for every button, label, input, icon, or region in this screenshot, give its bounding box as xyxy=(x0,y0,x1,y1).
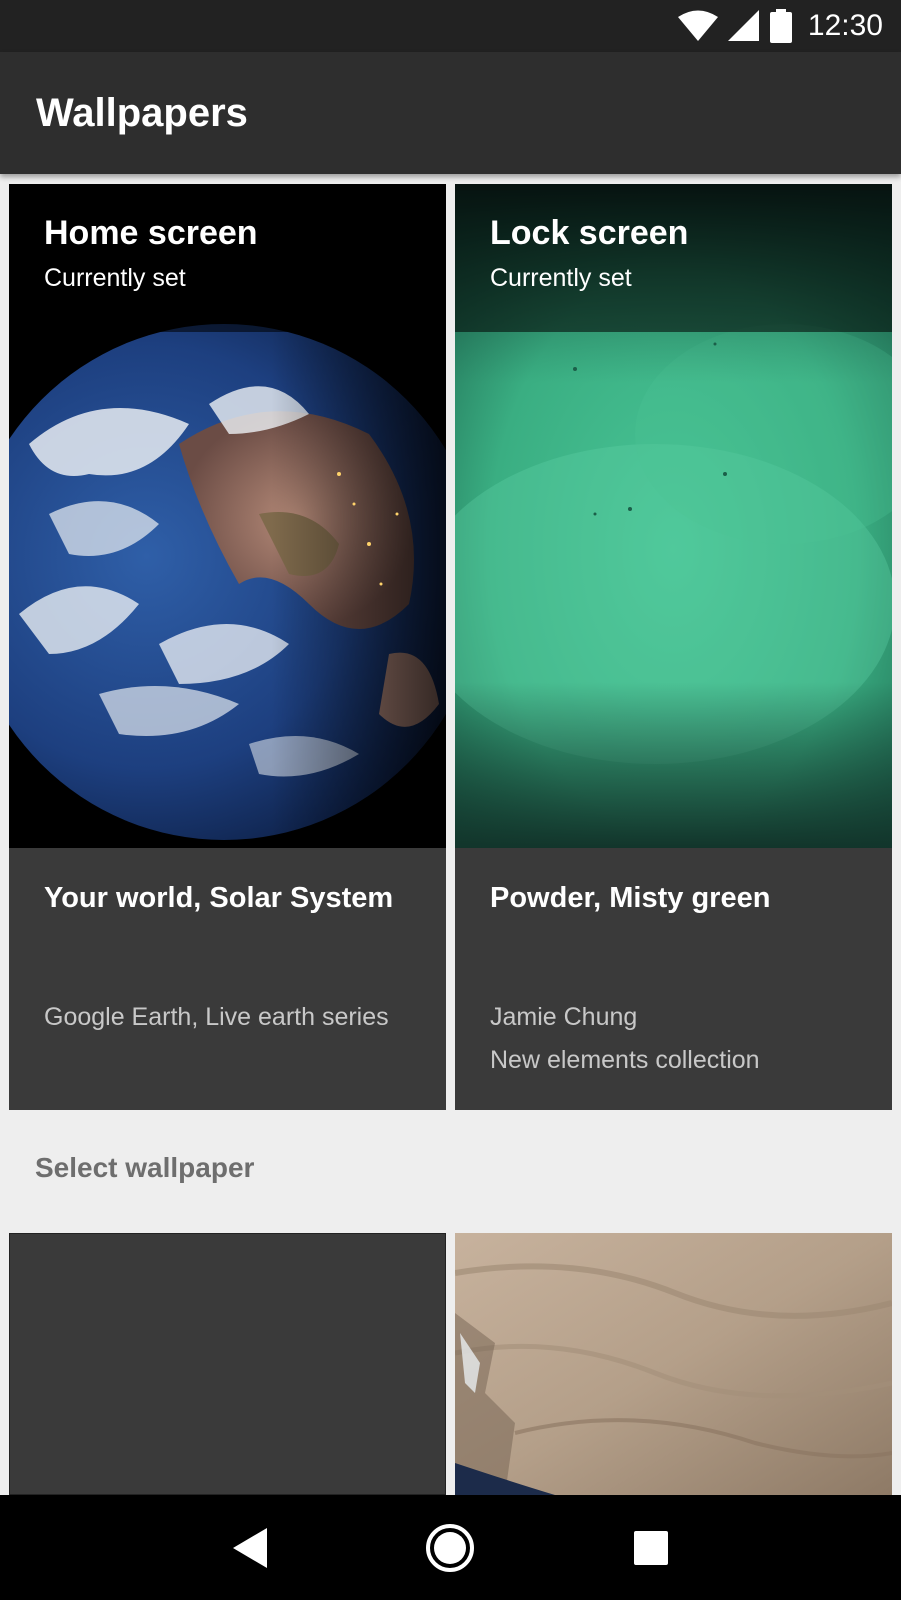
home-screen-wallpaper-card[interactable]: Home screen Currently set Your world, So… xyxy=(9,184,446,1110)
page-title: Wallpapers xyxy=(36,90,248,135)
back-icon xyxy=(233,1527,268,1568)
cell-signal-icon xyxy=(727,10,760,42)
lock-screen-label: Lock screen xyxy=(490,214,689,252)
status-bar: 12:30 xyxy=(0,0,901,52)
status-time: 12:30 xyxy=(807,9,883,42)
home-screen-label: Home screen xyxy=(44,214,258,252)
lock-screen-wallpaper-card[interactable]: Lock screen Currently set Powder, Misty … xyxy=(455,184,892,1110)
card-info: Powder, Misty green Jamie Chung New elem… xyxy=(455,848,892,1110)
wallpaper-category-tile[interactable] xyxy=(455,1233,892,1495)
recents-button[interactable] xyxy=(611,1508,691,1588)
lock-screen-status: Currently set xyxy=(490,264,632,292)
wifi-icon xyxy=(677,10,718,42)
attribution-line: Google Earth, Live earth series xyxy=(44,1003,389,1031)
battery-icon xyxy=(769,9,792,43)
wallpaper-attribution: Jamie Chung New elements collection xyxy=(490,996,760,1082)
wallpaper-title: Powder, Misty green xyxy=(490,882,771,914)
attribution-line: Jamie Chung xyxy=(490,1003,638,1031)
home-button[interactable] xyxy=(410,1508,490,1588)
select-wallpaper-heading: Select wallpaper xyxy=(35,1152,255,1183)
home-screen-status: Currently set xyxy=(44,264,186,292)
wallpaper-title: Your world, Solar System xyxy=(44,882,394,914)
recents-icon xyxy=(633,1530,668,1565)
navigation-bar xyxy=(0,1495,901,1600)
back-button[interactable] xyxy=(210,1508,290,1588)
attribution-line: New elements collection xyxy=(490,1046,760,1074)
card-info: Your world, Solar System Google Earth, L… xyxy=(9,848,446,1110)
wallpaper-category-tile[interactable] xyxy=(9,1233,446,1495)
wallpaper-attribution: Google Earth, Live earth series xyxy=(44,996,389,1039)
card-header-scrim xyxy=(9,184,446,332)
app-bar: Wallpapers xyxy=(0,52,901,174)
home-icon xyxy=(426,1523,475,1572)
card-header-scrim xyxy=(455,184,892,332)
